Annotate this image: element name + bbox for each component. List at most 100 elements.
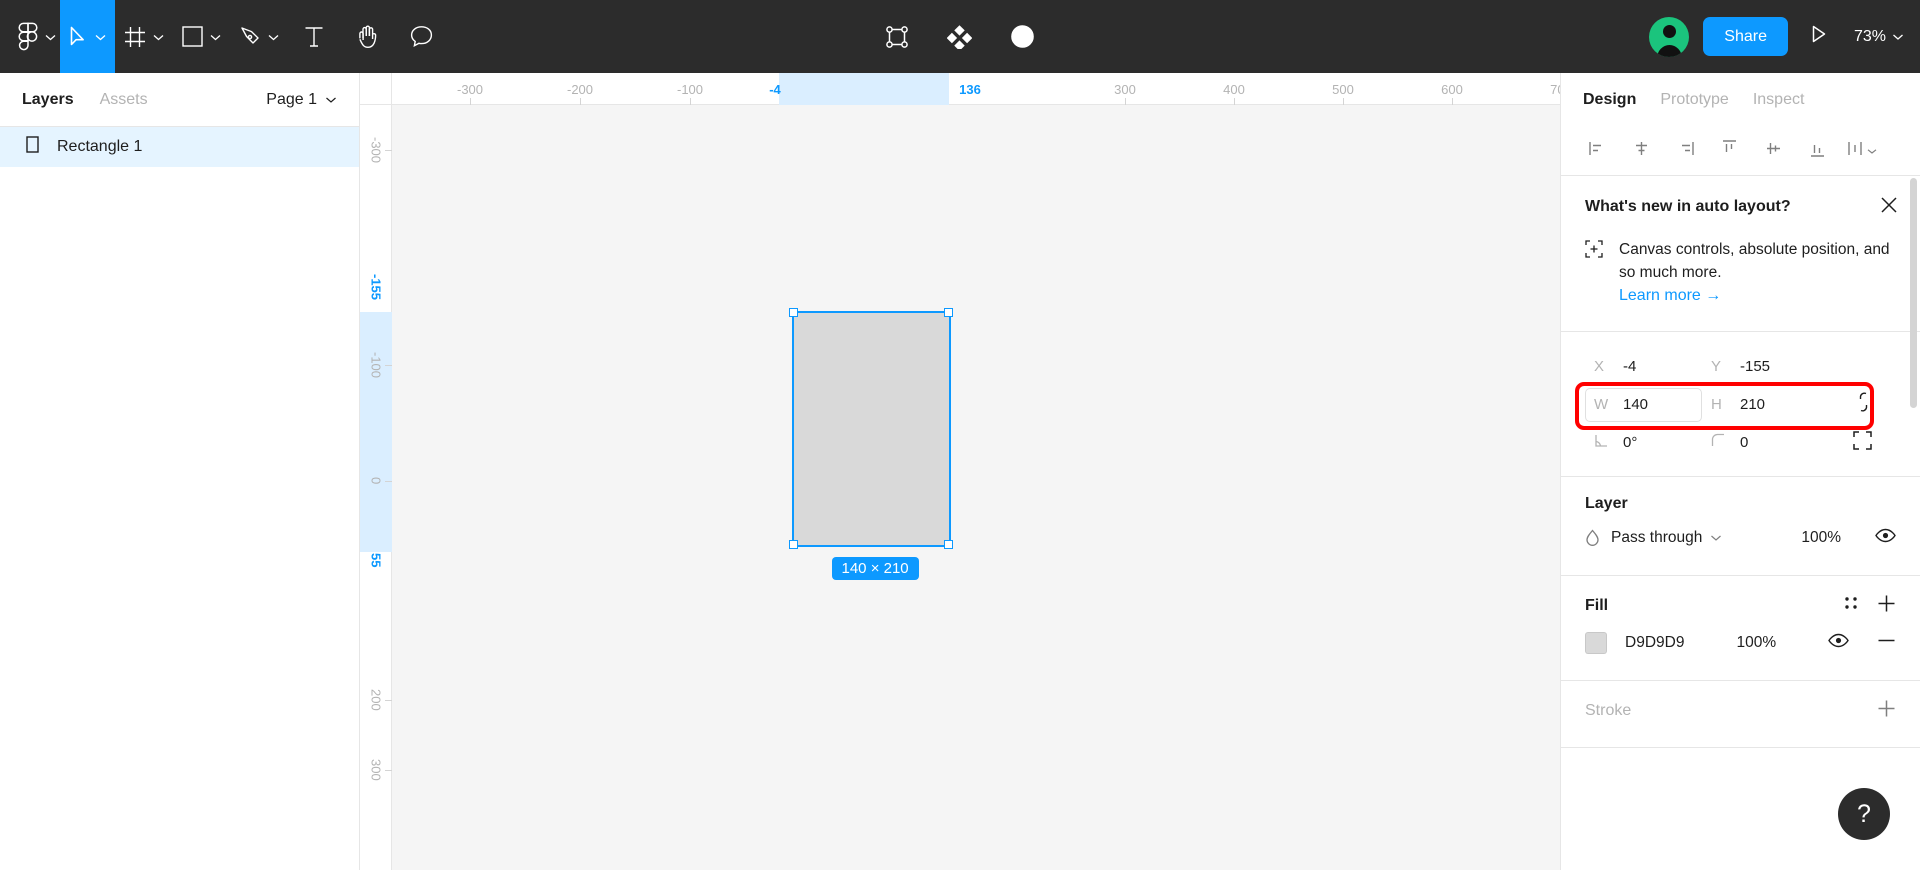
present-button[interactable]	[1802, 24, 1836, 49]
square-icon	[182, 26, 203, 47]
align-top-icon	[1720, 139, 1739, 163]
hand-tool-button[interactable]	[340, 0, 394, 73]
layer-visibility-button[interactable]	[1875, 528, 1896, 548]
fill-opacity-value[interactable]: 100%	[1736, 634, 1776, 652]
stroke-section-title-row: Stroke	[1585, 699, 1896, 723]
rotation-radius-row	[1585, 424, 1896, 462]
distribute-icon	[1846, 139, 1865, 163]
align-bottom-button[interactable]	[1797, 133, 1837, 169]
learn-more-link[interactable]: Learn more →	[1619, 287, 1721, 305]
rotation-input[interactable]	[1623, 434, 1693, 451]
selection-handle[interactable]	[944, 308, 953, 317]
fill-hex-value[interactable]: D9D9D9	[1625, 634, 1684, 652]
fill-visibility-button[interactable]	[1828, 633, 1849, 653]
proportion-lock-button[interactable]	[1855, 391, 1872, 418]
toolbar-right-controls: Share 73%	[1649, 0, 1904, 73]
rotation-field[interactable]	[1585, 426, 1702, 460]
align-vertical-center-icon	[1764, 139, 1783, 163]
distribute-button[interactable]	[1841, 133, 1881, 169]
tab-design[interactable]: Design	[1583, 91, 1636, 109]
align-horizontal-center-button[interactable]	[1621, 133, 1661, 169]
vertical-ruler[interactable]: -300 -155 -100 0 55 200 300	[360, 105, 392, 870]
comment-tool-button[interactable]	[394, 0, 449, 73]
align-vertical-center-button[interactable]	[1753, 133, 1793, 169]
corner-radius-field[interactable]	[1702, 426, 1819, 460]
help-button[interactable]: ?	[1838, 788, 1890, 840]
height-input[interactable]	[1740, 396, 1810, 413]
contrast-circle-icon	[1010, 24, 1035, 49]
shape-tool-button[interactable]	[173, 0, 230, 73]
appearance-tool-button[interactable]	[1004, 0, 1041, 73]
layer-item-rectangle-1[interactable]: Rectangle 1	[0, 127, 359, 167]
x-field[interactable]: X	[1585, 350, 1702, 384]
ruler-v-tick: 55	[368, 552, 384, 568]
fill-styles-button[interactable]	[1843, 595, 1859, 616]
canvas-area[interactable]: -300 -200 -100 -4 136 300 400 500 600 700 -300 -15…	[360, 73, 1560, 870]
share-button[interactable]: Share	[1703, 17, 1788, 56]
frame-tool-button[interactable]	[115, 0, 173, 73]
component-tool-button[interactable]	[879, 0, 915, 73]
y-input[interactable]	[1740, 358, 1810, 375]
chevron-down-icon[interactable]	[1710, 529, 1722, 547]
close-icon	[1880, 197, 1898, 218]
horizontal-ruler[interactable]: -300 -200 -100 -4 136 300 400 500 600 700	[392, 73, 1560, 105]
blend-mode-value[interactable]: Pass through	[1611, 529, 1702, 547]
selection-handle[interactable]	[789, 308, 798, 317]
tab-layers[interactable]: Layers	[22, 91, 74, 109]
avatar[interactable]	[1649, 16, 1690, 57]
whats-new-banner: What's new in auto layout? Canvas contro…	[1561, 176, 1920, 332]
text-tool-button[interactable]	[288, 0, 340, 73]
align-right-button[interactable]	[1665, 133, 1705, 169]
chevron-down-icon[interactable]	[45, 28, 56, 46]
hand-icon	[356, 25, 378, 49]
chevron-down-icon[interactable]	[153, 28, 164, 46]
add-stroke-button[interactable]	[1877, 699, 1896, 723]
tab-inspect[interactable]: Inspect	[1753, 91, 1805, 109]
position-size-section: X Y W H	[1561, 332, 1920, 476]
zoom-control[interactable]: 73%	[1850, 28, 1904, 46]
corner-radius-input[interactable]	[1740, 434, 1810, 451]
banner-title: What's new in auto layout?	[1585, 198, 1791, 215]
selection-handle[interactable]	[789, 540, 798, 549]
ruler-v-tick: 300	[360, 740, 392, 800]
chevron-down-icon[interactable]	[1892, 28, 1904, 46]
remove-fill-button[interactable]	[1877, 631, 1896, 655]
y-field[interactable]: Y	[1702, 350, 1819, 384]
width-input[interactable]	[1623, 396, 1693, 413]
right-panel-scrollbar[interactable]	[1910, 178, 1917, 408]
width-field[interactable]: W	[1585, 387, 1702, 422]
tab-assets[interactable]: Assets	[100, 91, 148, 109]
constraints-button[interactable]	[1853, 430, 1872, 455]
align-top-button[interactable]	[1709, 133, 1749, 169]
add-fill-button[interactable]	[1877, 594, 1896, 618]
eye-icon	[1828, 633, 1849, 653]
avatar-head	[1662, 24, 1676, 38]
rotation-icon	[1594, 433, 1609, 452]
canvas-shape-rectangle-1[interactable]	[792, 311, 951, 547]
layer-opacity-value[interactable]: 100%	[1801, 529, 1841, 547]
chevron-down-icon[interactable]	[268, 28, 279, 46]
selection-handle[interactable]	[944, 540, 953, 549]
stroke-section-title: Stroke	[1585, 701, 1632, 719]
tab-prototype[interactable]: Prototype	[1660, 91, 1728, 109]
align-left-button[interactable]	[1577, 133, 1617, 169]
fill-row-actions	[1828, 631, 1896, 655]
ruler-h-tick: 600	[1422, 73, 1482, 105]
ruler-h-tick: 700	[1531, 73, 1560, 105]
chevron-down-icon[interactable]	[210, 28, 221, 46]
pen-icon	[239, 26, 261, 48]
figma-logo-button[interactable]	[0, 0, 60, 73]
chevron-down-icon[interactable]	[1867, 142, 1877, 160]
pen-tool-button[interactable]	[230, 0, 288, 73]
chevron-down-icon[interactable]	[95, 28, 106, 46]
plugins-tool-button[interactable]	[941, 0, 978, 73]
height-field[interactable]: H	[1702, 388, 1819, 422]
x-input[interactable]	[1623, 358, 1693, 375]
component-nodes-icon	[885, 25, 909, 49]
fill-color-swatch[interactable]	[1585, 631, 1607, 654]
page-selector[interactable]: Page 1	[266, 91, 337, 109]
ruler-h-tick: -200	[550, 73, 610, 105]
move-tool-button[interactable]	[60, 0, 115, 73]
stroke-section: Stroke	[1561, 681, 1920, 747]
banner-close-button[interactable]	[1880, 196, 1898, 219]
